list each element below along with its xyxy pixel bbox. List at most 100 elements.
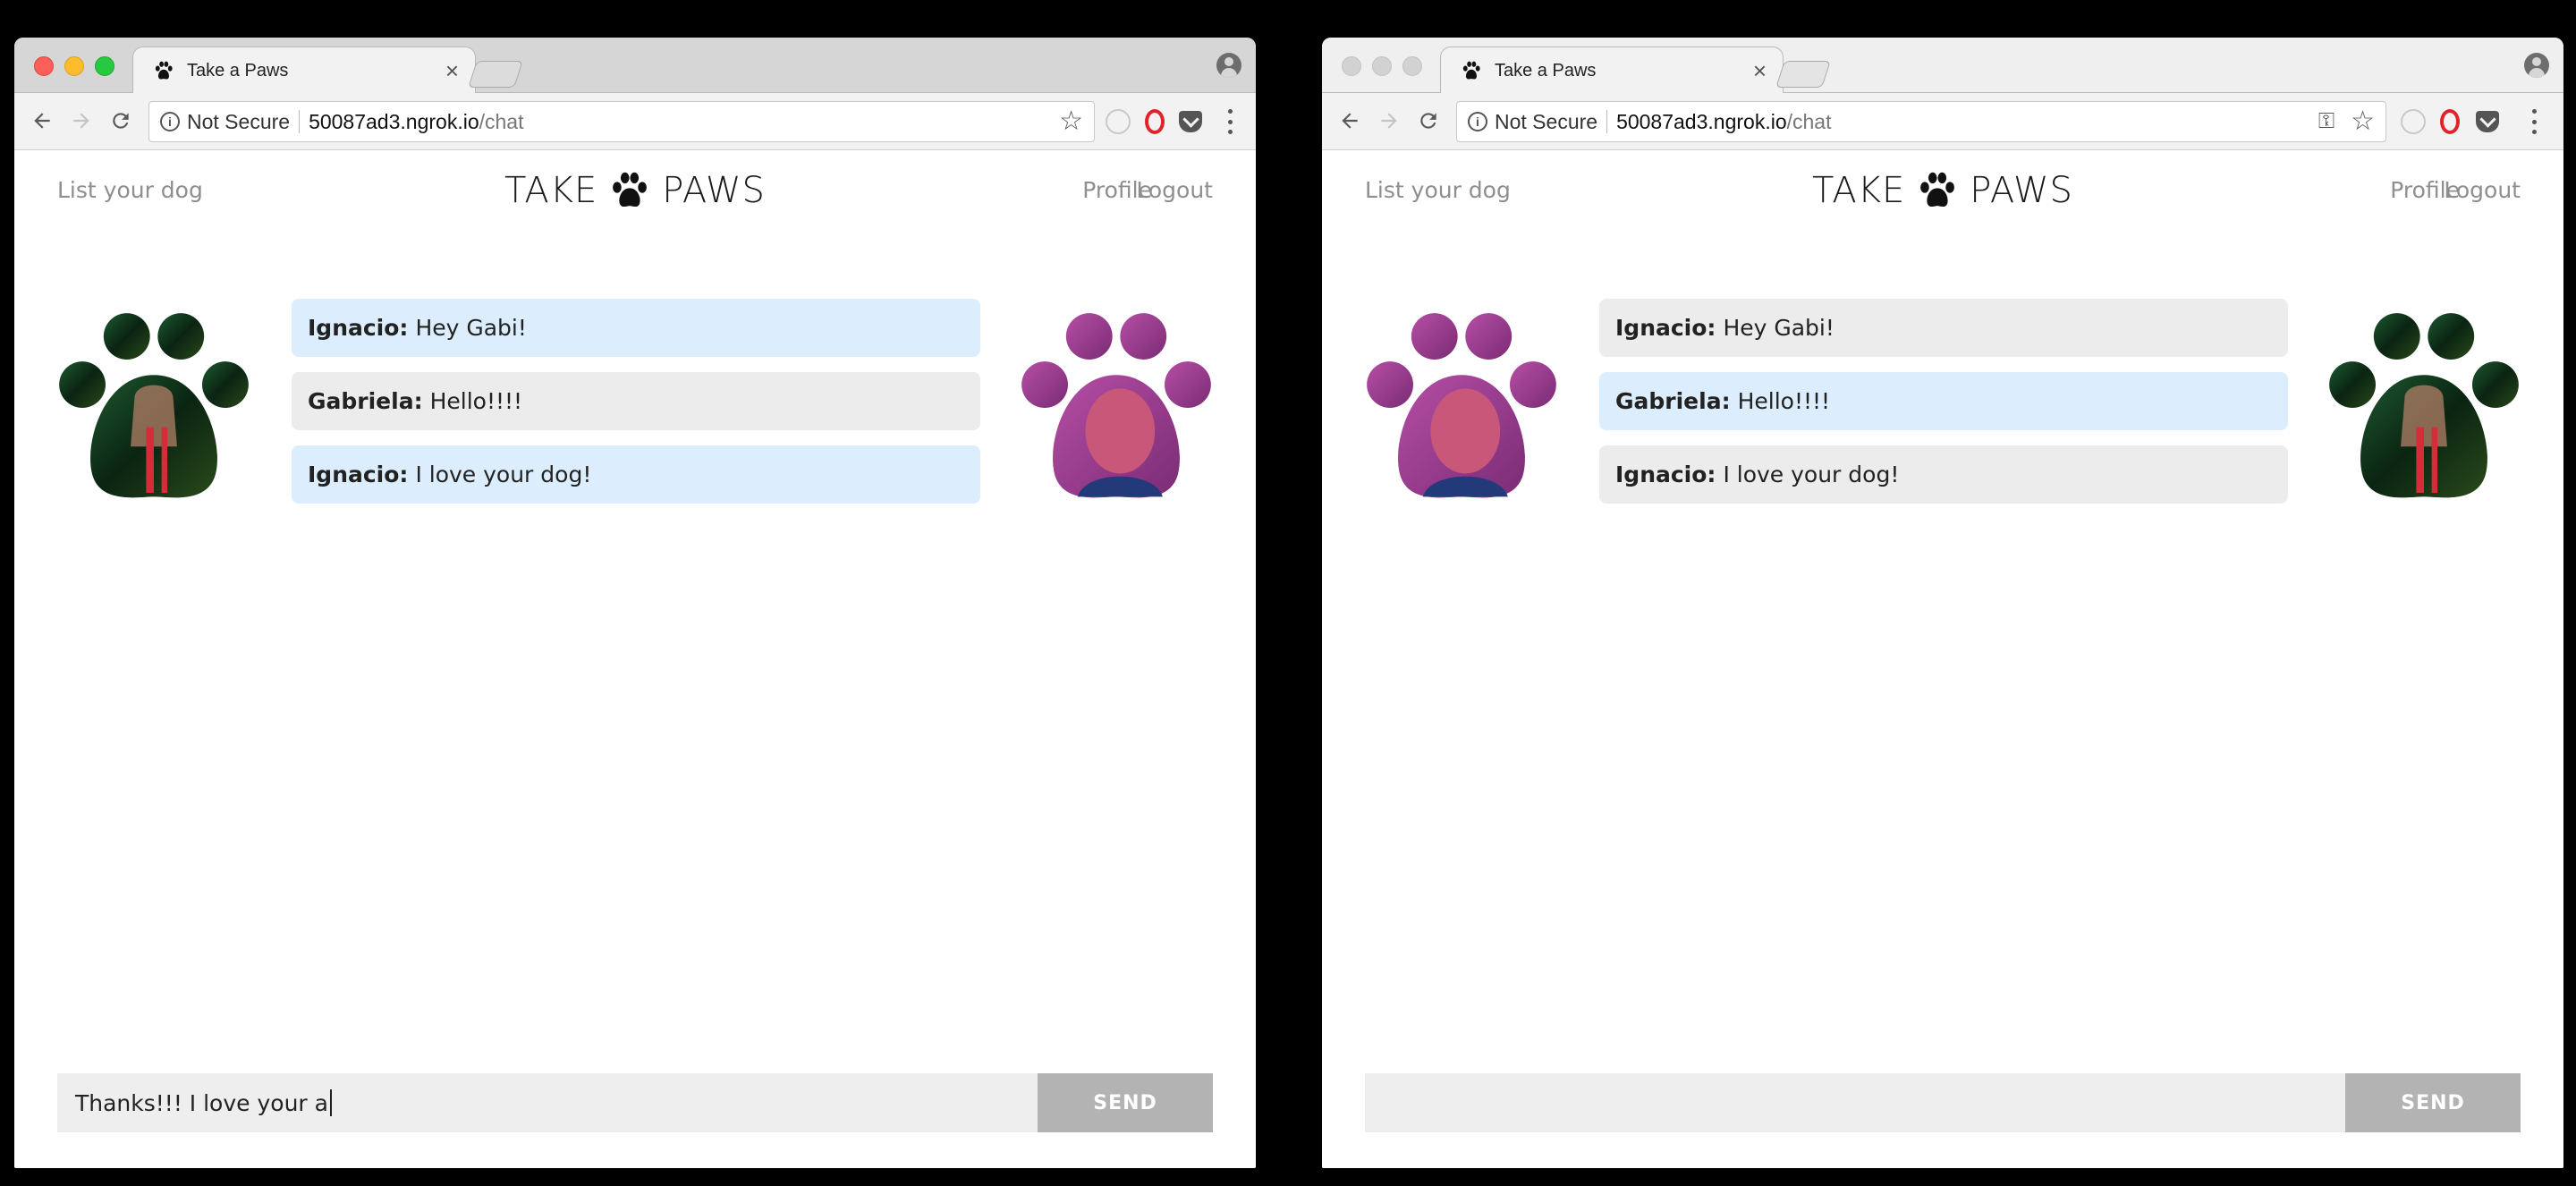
message-bubble: Ignacio: I love your dog! (292, 445, 980, 504)
zoom-window-button[interactable] (1402, 56, 1422, 76)
extension-icon[interactable] (1106, 109, 1131, 134)
menu-dots-icon[interactable] (2529, 109, 2538, 134)
paw-favicon-icon (1459, 58, 1484, 83)
message-sender: Ignacio: (308, 462, 409, 487)
tab-take-a-paws[interactable]: Take a Paws × (1440, 47, 1784, 94)
browser-toolbar: i Not Secure 50087ad3.ngrok.io /chat ⚿ ☆ (1322, 93, 2563, 150)
logo-text-left: TAKE (504, 170, 598, 211)
screenshot-stage: Take a Paws × i Not Secure 50087ad3.ngro… (0, 0, 2576, 1186)
message-text: I love your dog! (1723, 462, 1900, 487)
message-bubble: Gabriela: Hello!!!! (292, 372, 980, 430)
take-paws-logo[interactable]: TAKE PAWS (14, 170, 1256, 211)
logo-text-right: PAWS (662, 170, 766, 211)
new-tab-button[interactable] (1775, 61, 1831, 88)
url-host: 50087ad3.ngrok.io (309, 109, 479, 133)
remote-video-avatar (1021, 313, 1211, 498)
window-controls (34, 56, 114, 76)
message-text: I love your dog! (415, 462, 592, 487)
message-list: Ignacio: Hey Gabi! Gabriela: Hello!!!! I… (292, 299, 980, 504)
message-sender: Ignacio: (1615, 462, 1716, 487)
back-arrow-icon[interactable] (27, 106, 57, 136)
message-sender: Gabriela: (1615, 388, 1731, 414)
tab-strip: Take a Paws × (14, 38, 1256, 94)
info-icon[interactable]: i (160, 112, 180, 131)
forward-arrow-icon[interactable] (1374, 106, 1404, 136)
star-icon[interactable]: ☆ (1059, 108, 1083, 135)
message-text: Hello!!!! (429, 388, 523, 414)
browser-toolbar: i Not Secure 50087ad3.ngrok.io /chat ☆ (14, 93, 1256, 150)
browser-profile-icon[interactable] (1216, 53, 1241, 78)
browser-profile-icon[interactable] (2524, 53, 2549, 78)
message-input[interactable] (1365, 1073, 2345, 1132)
close-window-button[interactable] (1342, 56, 1361, 76)
send-button[interactable]: SEND (1038, 1073, 1213, 1132)
local-video-avatar (59, 313, 249, 498)
pocket-icon[interactable] (1179, 111, 1202, 132)
send-button[interactable]: SEND (2345, 1073, 2521, 1132)
text-caret (329, 1089, 332, 1116)
chat-page: List your dog TAKE PAWS Profile Logout I… (1322, 150, 2563, 1168)
message-input-value: Thanks!!! I love your a (75, 1089, 328, 1116)
browser-window-left: Take a Paws × i Not Secure 50087ad3.ngro… (14, 38, 1256, 1168)
message-list: Ignacio: Hey Gabi! Gabriela: Hello!!!! I… (1599, 299, 2288, 504)
forward-arrow-icon[interactable] (66, 106, 97, 136)
message-text: Hey Gabi! (415, 315, 527, 341)
logo-text-left: TAKE (1812, 170, 1906, 211)
new-tab-button[interactable] (468, 61, 523, 88)
omnibox-actions: ☆ (1059, 108, 1083, 135)
message-bubble: Ignacio: Hey Gabi! (292, 299, 980, 357)
paw-logo-icon (1920, 172, 1955, 208)
chat-page: List your dog TAKE PAWS Profile Logout I… (14, 150, 1256, 1168)
reload-icon[interactable] (1413, 106, 1444, 136)
address-bar[interactable]: i Not Secure 50087ad3.ngrok.io /chat ☆ (148, 101, 1095, 142)
message-sender: Ignacio: (308, 315, 409, 341)
info-icon[interactable]: i (1468, 112, 1487, 131)
opera-icon[interactable] (1145, 109, 1165, 134)
minimize-window-button[interactable] (64, 56, 84, 76)
pocket-icon[interactable] (2476, 111, 2499, 132)
omnibox-actions: ⚿ ☆ (2318, 108, 2375, 135)
security-label: Not Secure (1495, 109, 1598, 133)
omnibox-separator (1606, 110, 1608, 133)
opera-icon[interactable] (2440, 109, 2460, 134)
message-bubble: Ignacio: Hey Gabi! (1599, 299, 2288, 357)
menu-dots-icon[interactable] (1225, 109, 1234, 134)
logout-link[interactable]: Logout (2444, 177, 2521, 203)
message-sender: Gabriela: (308, 388, 423, 414)
url-path: /chat (1786, 109, 1832, 133)
url-path: /chat (479, 109, 524, 133)
message-text: Hello!!!! (1737, 388, 1831, 414)
back-arrow-icon[interactable] (1335, 106, 1365, 136)
paw-logo-icon (613, 172, 648, 208)
minimize-window-button[interactable] (1372, 56, 1392, 76)
message-text: Hey Gabi! (1723, 315, 1835, 341)
zoom-window-button[interactable] (95, 56, 114, 76)
tab-title: Take a Paws (1495, 60, 1597, 80)
message-sender: Ignacio: (1615, 315, 1716, 341)
browser-window-right: Take a Paws × i Not Secure 50087ad3.ngro… (1322, 38, 2563, 1168)
remote-video-avatar (2329, 313, 2519, 498)
take-paws-logo[interactable]: TAKE PAWS (1322, 170, 2563, 211)
message-bubble: Ignacio: I love your dog! (1599, 445, 2288, 504)
logout-link[interactable]: Logout (1136, 177, 1213, 203)
close-window-button[interactable] (34, 56, 54, 76)
tab-title: Take a Paws (187, 60, 289, 80)
message-composer: Thanks!!! I love your a SEND (57, 1073, 1213, 1132)
tab-close-icon[interactable]: × (445, 59, 459, 82)
tab-close-icon[interactable]: × (1753, 59, 1767, 82)
message-composer: SEND (1365, 1073, 2521, 1132)
reload-icon[interactable] (106, 106, 136, 136)
security-label: Not Secure (187, 109, 291, 133)
message-bubble: Gabriela: Hello!!!! (1599, 372, 2288, 430)
url-host: 50087ad3.ngrok.io (1616, 109, 1787, 133)
local-video-avatar (1367, 313, 1556, 498)
tab-strip: Take a Paws × (1322, 38, 2563, 94)
tab-take-a-paws[interactable]: Take a Paws × (132, 47, 476, 94)
key-icon[interactable]: ⚿ (2318, 109, 2334, 134)
star-icon[interactable]: ☆ (2351, 108, 2375, 135)
logo-text-right: PAWS (1970, 170, 2073, 211)
message-input[interactable]: Thanks!!! I love your a (57, 1073, 1038, 1132)
address-bar[interactable]: i Not Secure 50087ad3.ngrok.io /chat ⚿ ☆ (1456, 101, 2386, 142)
extension-icon[interactable] (2401, 109, 2426, 134)
paw-favicon-icon (151, 58, 176, 83)
